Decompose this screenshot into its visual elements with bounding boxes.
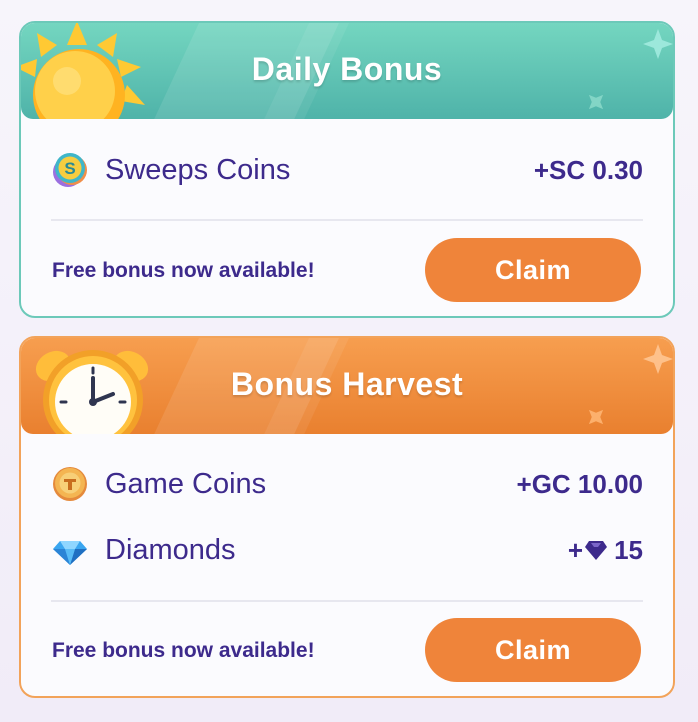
diamond-icon [585, 541, 608, 560]
game-coin-icon [53, 467, 87, 501]
bonus-harvest-claim-button[interactable]: Claim [425, 618, 641, 682]
daily-bonus-title: Daily Bonus [251, 51, 443, 87]
daily-bonus-status-text: Free bonus now available! [52, 259, 315, 282]
diamonds-value: + 15 [568, 535, 643, 566]
diamonds-row: Diamonds + 15 [51, 530, 643, 570]
bonus-harvest-card: Bonus Harvest Game Coins +GC 10.00 Diamo… [19, 336, 675, 698]
sweeps-coins-value: +SC 0.30 [533, 154, 643, 185]
diamond-icon [53, 541, 87, 565]
sweeps-coin-icon: S [53, 153, 87, 187]
bonus-harvest-header: Bonus Harvest [21, 338, 673, 434]
daily-bonus-claim-button[interactable]: Claim [425, 238, 641, 302]
sparkle-icon [588, 409, 604, 425]
daily-bonus-header: Daily Bonus [21, 23, 673, 119]
daily-bonus-card: Daily Bonus S Sweeps Coins +SC 0.30 Free… [19, 21, 675, 318]
game-coins-label: Game Coins [105, 467, 267, 500]
sweeps-coins-row: S Sweeps Coins +SC 0.30 [51, 150, 643, 190]
diamonds-value-amount: 15 [614, 534, 643, 565]
bonus-harvest-title: Bonus Harvest [230, 366, 464, 402]
svg-text:S: S [64, 159, 75, 178]
diamonds-value-prefix: + [567, 534, 584, 565]
game-coins-value: +GC 10.00 [516, 468, 643, 499]
divider [51, 219, 643, 221]
sparkle-icon [588, 94, 604, 110]
bonus-harvest-status-text: Free bonus now available! [52, 639, 315, 662]
divider [51, 600, 643, 602]
sweeps-coins-label: Sweeps Coins [105, 153, 291, 186]
diamonds-label: Diamonds [105, 533, 236, 566]
game-coins-row: Game Coins +GC 10.00 [51, 464, 643, 504]
